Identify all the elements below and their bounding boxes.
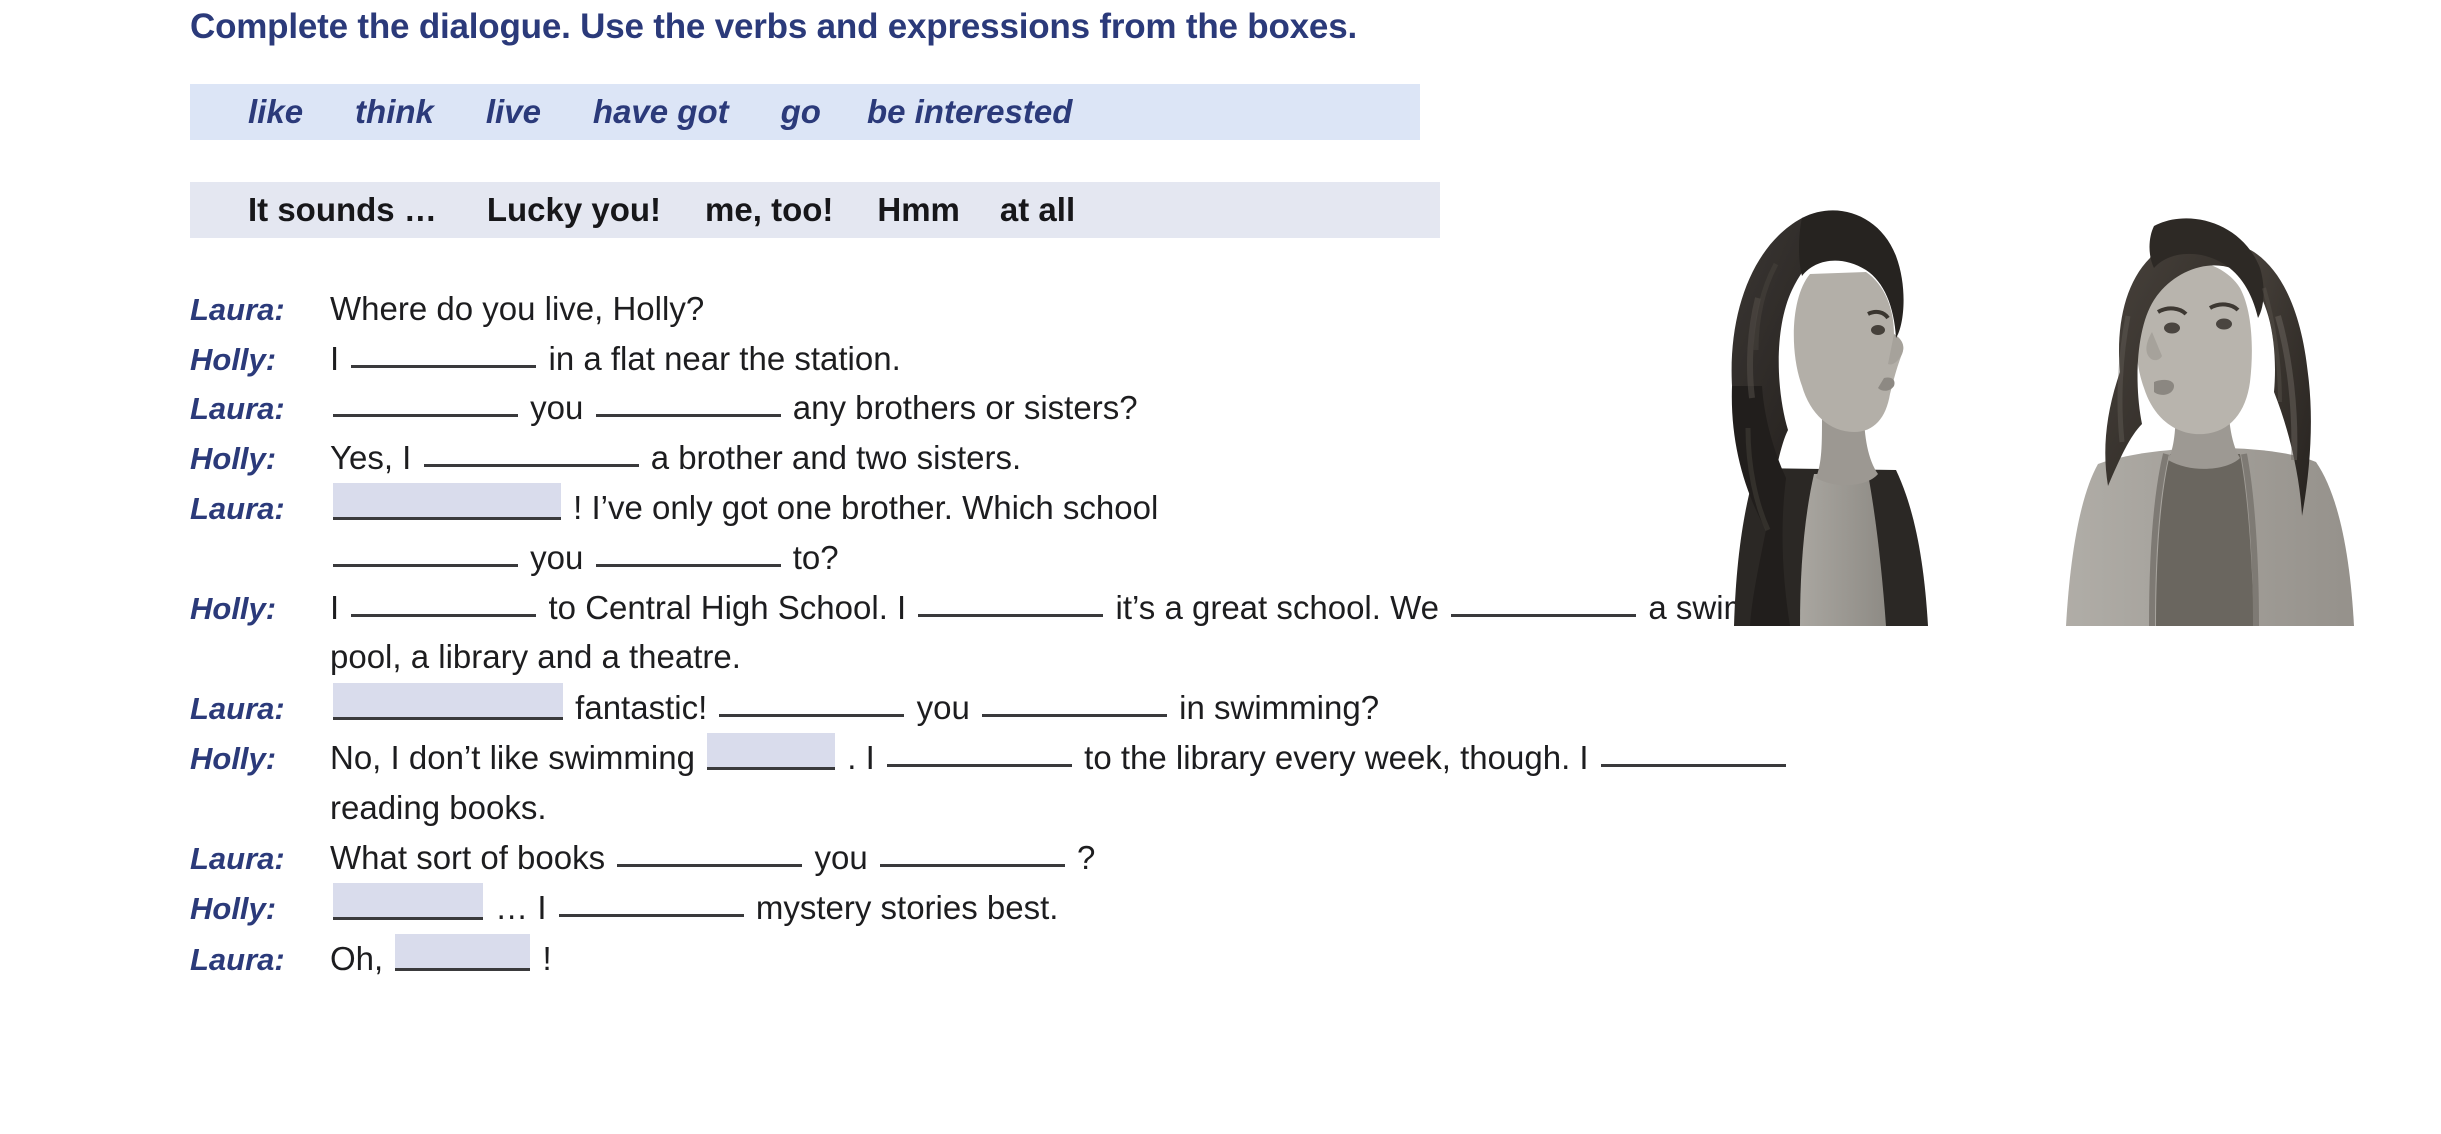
- utterance-fragment: you: [916, 688, 970, 726]
- utterance-text: fantastic! you in swimming?: [330, 682, 1380, 733]
- utterance-fragment: in swimming?: [1179, 688, 1380, 726]
- photo-girl-right: [2066, 218, 2354, 626]
- speaker-label: Holly:: [190, 590, 277, 626]
- utterance-text: … I mystery stories best.: [330, 883, 1058, 933]
- utterance-fragment: … I: [495, 889, 547, 927]
- utterance-fragment: a brother and two sisters.: [650, 438, 1022, 476]
- answer-blank[interactable]: [1600, 738, 1786, 768]
- verbs-box: like think live have got go be intereste…: [190, 84, 1420, 140]
- speaker-label: Laura:: [190, 690, 285, 726]
- page-title: Complete the dialogue. Use the verbs and…: [190, 7, 1357, 46]
- utterance-text: reading books.: [330, 784, 546, 833]
- verb-chip-be-interested: be interested: [866, 93, 1073, 130]
- utterance-text: Where do you live, Holly?: [330, 285, 704, 334]
- answer-blank[interactable]: [333, 388, 518, 418]
- answer-blank-highlighted[interactable]: [395, 933, 531, 971]
- utterance-fragment: any brothers or sisters?: [792, 389, 1138, 427]
- utterance-fragment: fantastic!: [575, 688, 708, 726]
- photo-girl-left: [1731, 210, 1928, 626]
- dialogue-line: Laura: What sort of books you ?: [190, 834, 2420, 884]
- dialogue-illustration: [1718, 178, 2363, 626]
- expressions-box: It sounds … Lucky you! me, too! Hmm at a…: [190, 182, 1440, 238]
- answer-blank[interactable]: [333, 538, 518, 567]
- utterance-fragment: pool, a library and a theatre.: [330, 638, 741, 676]
- answer-blank[interactable]: [879, 838, 1065, 867]
- utterance-fragment: you: [814, 838, 868, 876]
- utterance-text: I in a flat near the station.: [330, 335, 901, 384]
- answer-blank[interactable]: [351, 339, 537, 368]
- answer-blank-highlighted[interactable]: [707, 733, 836, 771]
- verb-chip-live: live: [485, 93, 541, 130]
- answer-blank[interactable]: [719, 688, 905, 717]
- speaker-label: Holly:: [190, 741, 277, 777]
- speaker-label: Laura:: [190, 292, 285, 327]
- answer-blank[interactable]: [918, 588, 1104, 617]
- expression-chip-it-sounds: It sounds …: [248, 191, 437, 228]
- dialogue-line: Holly: No, I don’t like swimming . I to t…: [190, 733, 2420, 784]
- answer-blank[interactable]: [595, 538, 781, 567]
- utterance-text: No, I don’t like swimming . I to the lib…: [330, 733, 1789, 783]
- answer-blank[interactable]: [558, 888, 744, 918]
- speaker-label: Laura:: [190, 491, 285, 527]
- utterance-text: Oh, !: [330, 933, 552, 984]
- answer-blank[interactable]: [351, 588, 537, 617]
- answer-blank-highlighted[interactable]: [333, 682, 563, 720]
- answer-blank[interactable]: [1451, 588, 1637, 617]
- utterance-fragment: What sort of books: [330, 838, 606, 876]
- utterance-fragment: mystery stories best.: [755, 889, 1059, 927]
- speaker-label: Laura:: [190, 840, 285, 876]
- utterance-fragment: you: [530, 389, 584, 427]
- dialogue-line: Laura: fantastic! you in swimming?: [190, 682, 2420, 734]
- utterance-fragment: to the library every week, though. I: [1084, 739, 1589, 777]
- utterance-fragment: ! I’ve only got one brother. Which schoo…: [573, 489, 1159, 527]
- utterance-fragment: it’s a great school. We: [1115, 588, 1439, 626]
- answer-blank[interactable]: [595, 388, 781, 418]
- speaker-label: Holly:: [190, 891, 277, 927]
- utterance-text: I to Central High School. I it’s a great…: [330, 584, 1823, 633]
- answer-blank[interactable]: [981, 688, 1167, 717]
- expression-chip-hmm: Hmm: [877, 191, 960, 228]
- dialogue-line: pool, a library and a theatre.: [190, 633, 2420, 683]
- utterance-fragment: !: [542, 939, 552, 977]
- dialogue-line: reading books.: [190, 784, 2420, 834]
- utterance-fragment: you: [530, 538, 584, 576]
- utterance-fragment: I: [330, 588, 340, 626]
- utterance-fragment: Oh,: [330, 939, 384, 977]
- speaker-label: Laura:: [190, 941, 285, 977]
- utterance-fragment: to Central High School. I: [548, 588, 907, 626]
- utterance-text: ! I’ve only got one brother. Which schoo…: [330, 483, 1158, 533]
- utterance-text: pool, a library and a theatre.: [330, 633, 741, 682]
- answer-blank-highlighted[interactable]: [333, 483, 561, 521]
- expression-chip-lucky-you: Lucky you!: [486, 191, 662, 228]
- utterance-fragment: in a flat near the station.: [548, 339, 901, 377]
- answer-blank[interactable]: [423, 438, 639, 467]
- utterance-text: you to?: [330, 534, 839, 583]
- utterance-fragment: reading books.: [330, 788, 547, 826]
- speaker-label: Holly:: [190, 440, 277, 476]
- speaker-label: Laura:: [190, 391, 285, 427]
- verb-chip-like: like: [248, 93, 304, 130]
- answer-blank[interactable]: [886, 738, 1072, 768]
- utterance-fragment: Where do you live, Holly?: [330, 290, 705, 327]
- expression-chip-at-all: at all: [999, 191, 1076, 228]
- answer-blank[interactable]: [617, 838, 803, 867]
- verb-chip-go: go: [780, 93, 821, 130]
- utterance-fragment: ?: [1077, 838, 1096, 876]
- utterance-text: you any brothers or sisters?: [330, 384, 1138, 433]
- verb-chip-have-got: have got: [592, 93, 729, 130]
- utterance-text: What sort of books you ?: [330, 834, 1095, 883]
- speaker-label: Holly:: [190, 341, 277, 377]
- utterance-fragment: No, I don’t like swimming: [330, 739, 695, 777]
- answer-blank-highlighted[interactable]: [333, 883, 483, 921]
- utterance-fragment: Yes, I: [330, 438, 412, 476]
- expression-chip-me-too: me, too!: [705, 191, 834, 228]
- dialogue-line: Laura: Oh, !: [190, 933, 2420, 985]
- utterance-text: Yes, I a brother and two sisters.: [330, 434, 1021, 483]
- verb-chip-think: think: [355, 93, 434, 130]
- utterance-fragment: to?: [792, 538, 839, 576]
- dialogue-line: Holly: … I mystery stories best.: [190, 883, 2420, 934]
- utterance-fragment: . I: [847, 739, 875, 777]
- utterance-fragment: I: [330, 339, 340, 377]
